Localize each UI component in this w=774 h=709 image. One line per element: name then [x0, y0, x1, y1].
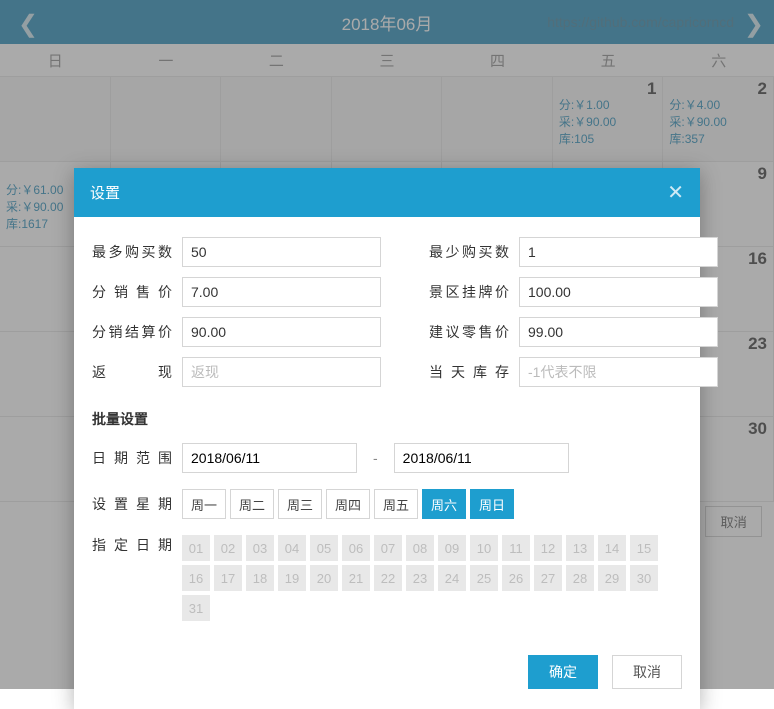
- date-chip[interactable]: 28: [566, 565, 594, 591]
- modal-title: 设置: [90, 182, 120, 203]
- date-chip[interactable]: 14: [598, 535, 626, 561]
- date-chip[interactable]: 22: [374, 565, 402, 591]
- date-chip[interactable]: 10: [470, 535, 498, 561]
- dist-price-input[interactable]: [182, 277, 381, 307]
- date-chip[interactable]: 13: [566, 535, 594, 561]
- date-chip[interactable]: 15: [630, 535, 658, 561]
- date-chip[interactable]: 01: [182, 535, 210, 561]
- date-chip[interactable]: 25: [470, 565, 498, 591]
- date-chip[interactable]: 24: [438, 565, 466, 591]
- weekday-button[interactable]: 周二: [230, 489, 274, 519]
- stock-input[interactable]: [519, 357, 718, 387]
- date-chip[interactable]: 31: [182, 595, 210, 621]
- weekday-button[interactable]: 周六: [422, 489, 466, 519]
- date-chip[interactable]: 12: [534, 535, 562, 561]
- date-chip[interactable]: 17: [214, 565, 242, 591]
- date-chip[interactable]: 02: [214, 535, 242, 561]
- weekday-button[interactable]: 周一: [182, 489, 226, 519]
- date-range-start-input[interactable]: [182, 443, 357, 473]
- date-range-end-input[interactable]: [394, 443, 569, 473]
- date-chip[interactable]: 30: [630, 565, 658, 591]
- min-buy-label: 最少购买数: [429, 242, 509, 262]
- close-icon[interactable]: ✕: [667, 180, 684, 205]
- modal-header: 设置 ✕: [74, 168, 700, 217]
- date-chip[interactable]: 08: [406, 535, 434, 561]
- date-chip[interactable]: 19: [278, 565, 306, 591]
- cashback-label: 返 现: [92, 362, 172, 382]
- date-chip[interactable]: 06: [342, 535, 370, 561]
- date-chip[interactable]: 11: [502, 535, 530, 561]
- date-chip[interactable]: 18: [246, 565, 274, 591]
- date-chip[interactable]: 09: [438, 535, 466, 561]
- settle-price-label: 分销结算价: [92, 322, 172, 342]
- stock-label: 当 天 库 存: [429, 362, 509, 382]
- settings-modal: 设置 ✕ 最多购买数 最少购买数 分 销 售 价 景区挂牌价: [74, 168, 700, 709]
- date-range-label: 日 期 范 围: [92, 448, 172, 468]
- modal-overlay: 设置 ✕ 最多购买数 最少购买数 分 销 售 价 景区挂牌价: [0, 0, 774, 689]
- date-chip[interactable]: 20: [310, 565, 338, 591]
- list-price-input[interactable]: [519, 277, 718, 307]
- date-chip[interactable]: 26: [502, 565, 530, 591]
- weekday-button[interactable]: 周三: [278, 489, 322, 519]
- cashback-input[interactable]: [182, 357, 381, 387]
- date-chip[interactable]: 16: [182, 565, 210, 591]
- max-buy-label: 最多购买数: [92, 242, 172, 262]
- retail-price-label: 建议零售价: [429, 322, 509, 342]
- date-chip[interactable]: 03: [246, 535, 274, 561]
- confirm-button[interactable]: 确定: [528, 655, 598, 689]
- weekday-button[interactable]: 周日: [470, 489, 514, 519]
- weekday-button[interactable]: 周四: [326, 489, 370, 519]
- date-chip[interactable]: 21: [342, 565, 370, 591]
- batch-section-title: 批量设置: [92, 409, 682, 429]
- max-buy-input[interactable]: [182, 237, 381, 267]
- date-chip-group: 010203040506070809101112131415 1617181920…: [182, 535, 682, 621]
- date-chip[interactable]: 27: [534, 565, 562, 591]
- date-chip[interactable]: 07: [374, 535, 402, 561]
- weekday-button[interactable]: 周五: [374, 489, 418, 519]
- week-label: 设 置 星 期: [92, 494, 172, 514]
- date-range-separator: -: [367, 450, 384, 466]
- date-chip[interactable]: 29: [598, 565, 626, 591]
- dist-price-label: 分 销 售 价: [92, 282, 172, 302]
- list-price-label: 景区挂牌价: [429, 282, 509, 302]
- settle-price-input[interactable]: [182, 317, 381, 347]
- retail-price-input[interactable]: [519, 317, 718, 347]
- cancel-button[interactable]: 取消: [612, 655, 682, 689]
- date-chip[interactable]: 23: [406, 565, 434, 591]
- weekday-buttons: 周一周二周三周四周五周六周日: [182, 489, 514, 519]
- date-chip[interactable]: 05: [310, 535, 338, 561]
- min-buy-input[interactable]: [519, 237, 718, 267]
- date-chip[interactable]: 04: [278, 535, 306, 561]
- specific-dates-label: 指 定 日 期: [92, 535, 172, 555]
